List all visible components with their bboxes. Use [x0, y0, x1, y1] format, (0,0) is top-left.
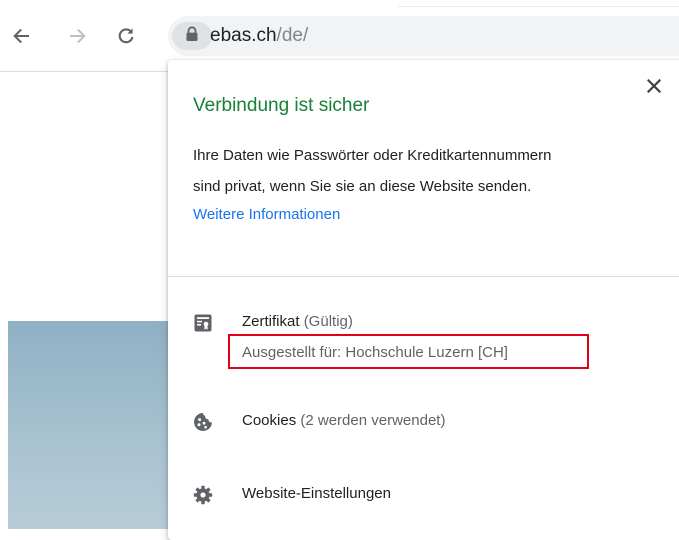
reload-icon — [116, 26, 136, 46]
gear-icon — [192, 484, 214, 506]
cookies-label: Cookies (2 werden verwendet) — [242, 410, 445, 432]
url-path: /de/ — [276, 25, 309, 46]
description-line: Ihre Daten wie Passwörter oder Kreditkar… — [193, 147, 552, 164]
back-button[interactable] — [7, 22, 35, 50]
lock-icon — [185, 25, 199, 47]
certificate-status: (Gültig) — [303, 313, 353, 330]
connection-status-title: Verbindung ist sicher — [193, 95, 370, 116]
url-host: ebas.ch — [210, 25, 277, 46]
description-line: sind privat, wenn Sie sie an diese Websi… — [193, 178, 532, 195]
site-settings-label: Website-Einstellungen — [242, 485, 391, 502]
site-settings-row[interactable]: Website-Einstellungen — [168, 470, 679, 518]
forward-button[interactable] — [64, 22, 92, 50]
close-icon — [646, 78, 662, 98]
page-info-bubble: Verbindung ist sicher Ihre Daten wie Pas… — [168, 60, 679, 540]
address-bar[interactable]: ebas.ch/de/ — [168, 16, 679, 56]
tab-strip-edge — [398, 6, 679, 7]
arrow-right-icon — [68, 26, 88, 46]
certificate-label: Zertifikat (Gültig) — [242, 311, 353, 333]
certificate-label-text: Zertifikat — [242, 313, 300, 330]
url-text: ebas.ch/de/ — [210, 25, 308, 47]
cookies-row[interactable]: Cookies (2 werden verwendet) — [168, 398, 679, 446]
arrow-left-icon — [11, 26, 31, 46]
cookie-icon — [192, 411, 214, 433]
more-info-link[interactable]: Weitere Informationen — [193, 203, 340, 227]
reload-button[interactable] — [112, 22, 140, 50]
close-button[interactable] — [642, 76, 666, 100]
site-info-button[interactable] — [172, 22, 212, 50]
certificate-row[interactable]: Zertifikat (Gültig) Ausgestellt für: Hoc… — [168, 306, 679, 380]
connection-description: Ihre Daten wie Passwörter oder Kreditkar… — [193, 140, 663, 202]
certificate-icon — [192, 312, 214, 334]
highlight-annotation — [228, 334, 589, 369]
divider — [168, 276, 679, 277]
cookies-label-text: Cookies — [242, 412, 297, 429]
cookies-status: (2 werden verwendet) — [300, 412, 446, 429]
